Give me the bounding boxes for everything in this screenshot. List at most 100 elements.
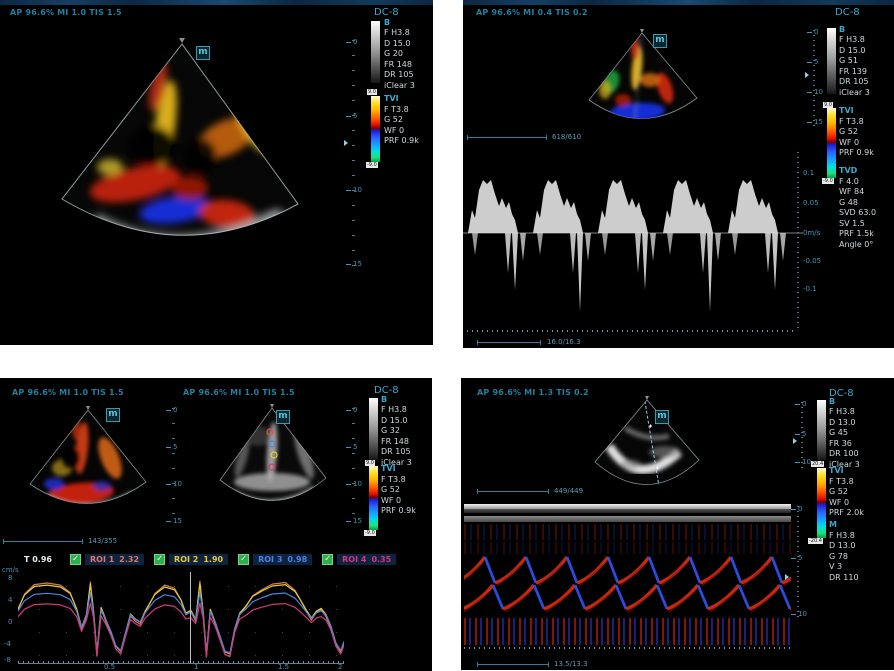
y-tick: 4 [8, 596, 12, 604]
velocity-axis-label: 0.1 [803, 169, 814, 177]
acoustic-power-readout: AP 96.6% MI 0.4 TIS 0.2 [476, 8, 588, 17]
tvi-title: TVI [829, 466, 864, 477]
focus-marker-icon [785, 574, 789, 580]
param-line: SV 1.5 [839, 219, 876, 230]
param-line: G 48 [839, 198, 876, 209]
param-line: D 15.0 [384, 39, 415, 50]
param-line: PRF 0.9k [381, 506, 416, 517]
tvi-params: TVI F T3.8 G 52 WF 0 PRF 0.9k [384, 94, 419, 147]
depth-value: 10 [802, 458, 811, 466]
param-line: G 51 [839, 56, 870, 67]
param-line: G 52 [381, 485, 416, 496]
velocity-axis-label: 0m/s [803, 229, 820, 237]
roi-legend-item: ✓ ROI 21.90 [154, 554, 228, 565]
frame-scale-line [3, 541, 83, 542]
b-mode-title: B [384, 18, 390, 29]
depth-tick: 0 [346, 38, 357, 46]
m-mode-title: M [829, 520, 859, 531]
depth-tick: 0 [795, 400, 806, 408]
velocity-scale-bottom: -9.0 [366, 162, 378, 168]
frame-cursor-line[interactable] [190, 572, 191, 664]
depth-tick: 15 [807, 118, 823, 126]
trigger-time-label: T 0.96 [24, 555, 52, 564]
mindray-logo: m [276, 410, 290, 424]
grayscale-map-bar [817, 400, 826, 460]
param-line: G 52 [829, 487, 864, 498]
grayscale-map-bar [371, 21, 380, 83]
mindray-logo: m [196, 46, 210, 60]
depth-value: 5 [802, 430, 806, 438]
velocity-axis-label: 0.05 [803, 199, 819, 207]
tvi-params: TVI F T3.8 G 52 WF 0 PRF 0.9k [381, 464, 416, 517]
param-line: FR 148 [381, 437, 412, 448]
roi-label: ROI 2 [174, 555, 198, 564]
acoustic-power-readout-right: AP 96.6% MI 1.0 TIS 1.5 [183, 388, 295, 397]
b-mode-params: F H3.8 D 15.0 G 20 FR 148 DR 105 iClear … [384, 28, 415, 91]
param-line: PRF 0.9k [839, 148, 874, 159]
depth-tick: 10 [346, 186, 362, 194]
b-mode-params: F H3.8 D 13.0 G 45 FR 36 DR 100 iClear 3 [829, 407, 860, 470]
time-axis-ticks [464, 647, 791, 649]
roi-1-checkbox[interactable]: ✓ [70, 554, 81, 565]
depth-value: 10 [798, 610, 807, 618]
depth-tick: 10 [795, 458, 811, 466]
roi-value: 0.35 [371, 555, 391, 564]
x-axis-line [18, 663, 344, 664]
frame-counter: 449/449 [554, 487, 583, 495]
roi-label: ROI 3 [258, 555, 282, 564]
frame-scale-line [467, 137, 547, 138]
depth-value: 0 [798, 505, 802, 513]
y-tick: 0 [8, 618, 12, 626]
param-line: WF 0 [839, 138, 874, 149]
depth-value: 5 [798, 554, 802, 562]
depth-ruler-ticks-left [172, 408, 175, 520]
param-line: WF 0 [381, 496, 416, 507]
tvi-color-map-bar [369, 466, 378, 530]
param-line: Angle 0° [839, 240, 876, 251]
grayscale-map-bar [827, 28, 836, 94]
depth-value: 10 [814, 88, 823, 96]
param-line: iClear 3 [384, 81, 415, 92]
depth-tick: 5 [807, 58, 818, 66]
velocity-scale-bottom: -20.4 [808, 538, 823, 544]
x-tick: 1 [194, 663, 198, 671]
depth-value: 0 [353, 406, 357, 414]
param-line: F H3.8 [829, 407, 860, 418]
velocity-axis-label: -0.1 [803, 285, 817, 293]
time-scale-readout: 16.0/16.3 [547, 338, 581, 346]
focus-marker-icon [793, 438, 797, 444]
focus-marker-icon [344, 140, 348, 146]
frame-counter: 143/355 [88, 537, 117, 545]
param-line: F 4.0 [839, 177, 876, 188]
depth-value: 5 [353, 443, 357, 451]
tvd-spectral-trace [463, 150, 803, 332]
tvi-params: TVI F T3.8 G 52 WF 0 PRF 0.9k [839, 106, 874, 159]
tvi-sector-image [40, 34, 320, 269]
param-line: V 3 [829, 562, 859, 573]
roi-3-label-strip: ROI 30.98 [253, 554, 312, 565]
roi-4-label-strip: ROI 4 0.35 [337, 554, 396, 565]
roi-label: ROI 4 [342, 555, 366, 564]
depth-tick: 5 [346, 443, 357, 451]
param-line: D 13.0 [829, 541, 859, 552]
depth-value: 5 [814, 58, 818, 66]
system-status-bar [0, 0, 433, 5]
roi-4-checkbox[interactable]: ✓ [322, 554, 333, 565]
depth-tick: 5 [166, 443, 177, 451]
depth-value: 15 [173, 517, 182, 525]
roi-legend-row: ✓ ROI 12.32 ✓ ROI 21.90 ✓ ROI 30.98 ✓ RO… [70, 554, 396, 565]
param-line: PRF 1.5k [839, 229, 876, 240]
tvi-title: TVI [381, 464, 416, 475]
roi-2-checkbox[interactable]: ✓ [154, 554, 165, 565]
roi-3-checkbox[interactable]: ✓ [238, 554, 249, 565]
y-axis-unit: cm/s [2, 566, 19, 574]
x-tick: 1.5 [278, 663, 289, 671]
depth-value: 10 [173, 480, 182, 488]
depth-tick: 0 [166, 406, 177, 414]
focus-marker-icon [805, 72, 809, 78]
depth-value: 10 [353, 186, 362, 194]
depth-value: 0 [173, 406, 177, 414]
param-line: G 52 [384, 115, 419, 126]
probe-orientation-mark [179, 38, 185, 43]
param-line: DR 105 [384, 70, 415, 81]
